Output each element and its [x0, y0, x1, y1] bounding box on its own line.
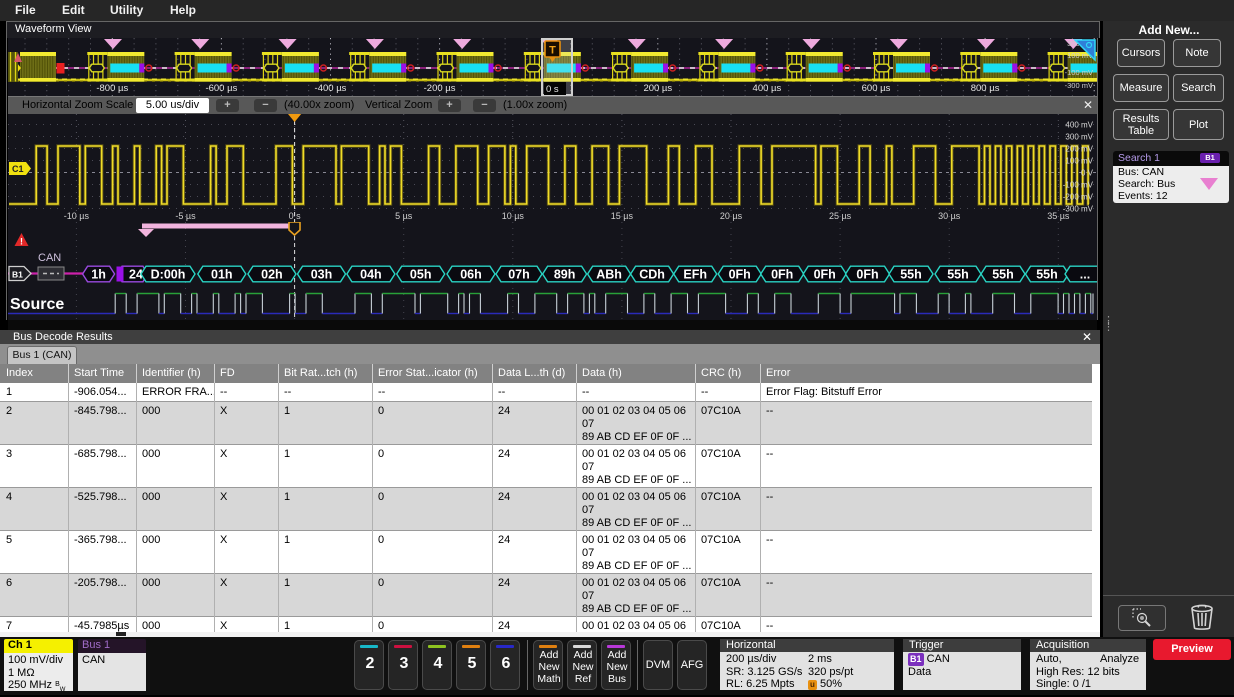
svg-text:03h: 03h [311, 268, 333, 282]
svg-text:04h: 04h [360, 268, 382, 282]
svg-text:0Fh: 0Fh [814, 268, 836, 282]
svg-text:-200 mV: -200 mV [1063, 193, 1094, 202]
svg-text:CAN: CAN [38, 252, 61, 264]
svg-text:10 µs: 10 µs [502, 211, 525, 221]
svg-text:06h: 06h [460, 268, 482, 282]
svg-text:CDh: CDh [639, 268, 665, 282]
svg-text:1h: 1h [91, 268, 106, 282]
svg-text:400 µs: 400 µs [753, 83, 782, 94]
svg-text:600 µs: 600 µs [862, 83, 891, 94]
svg-text:55h: 55h [1036, 268, 1058, 282]
svg-text:0Fh: 0Fh [771, 268, 793, 282]
svg-text:25 µs: 25 µs [829, 211, 852, 221]
svg-text:200 mV: 200 mV [1065, 145, 1093, 154]
svg-text:!: ! [20, 237, 23, 247]
svg-text:0Fh: 0Fh [729, 268, 751, 282]
svg-text:30 µs: 30 µs [938, 211, 961, 221]
svg-text:ABh: ABh [596, 268, 622, 282]
svg-text:300 mV: 300 mV [1065, 133, 1093, 142]
svg-text:-5 µs: -5 µs [175, 211, 196, 221]
svg-text:55h: 55h [992, 268, 1014, 282]
svg-text:35 µs: 35 µs [1047, 211, 1070, 221]
svg-text:-10 µs: -10 µs [64, 211, 90, 221]
svg-text:-300 mV: -300 mV [1065, 81, 1093, 90]
svg-text:EFh: EFh [683, 268, 707, 282]
svg-text:55h: 55h [947, 268, 969, 282]
svg-text:55h: 55h [900, 268, 922, 282]
svg-text:15 µs: 15 µs [611, 211, 634, 221]
svg-text:05h: 05h [410, 268, 432, 282]
svg-text:-200 µs: -200 µs [424, 83, 456, 94]
svg-text:0 s: 0 s [546, 84, 559, 95]
svg-text:100 mV: 100 mV [1065, 157, 1093, 166]
svg-text:07h: 07h [508, 268, 530, 282]
svg-text:89h: 89h [554, 268, 576, 282]
svg-text:400 mV: 400 mV [1065, 121, 1093, 130]
svg-text:C1: C1 [12, 164, 24, 174]
svg-text:T: T [549, 45, 556, 57]
svg-text:D:00h: D:00h [151, 268, 186, 282]
svg-text:800 µs: 800 µs [971, 83, 1000, 94]
svg-text:-100 mV: -100 mV [1063, 181, 1094, 190]
svg-text:20 µs: 20 µs [720, 211, 743, 221]
svg-text:5 µs: 5 µs [395, 211, 413, 221]
svg-text:01h: 01h [211, 268, 233, 282]
svg-text:-600 µs: -600 µs [205, 83, 237, 94]
svg-text:B1: B1 [12, 270, 23, 280]
svg-text:0 s: 0 s [289, 211, 302, 221]
svg-text:...: ... [1080, 268, 1090, 282]
svg-text:02h: 02h [261, 268, 283, 282]
svg-text:-400 µs: -400 µs [315, 83, 347, 94]
svg-text:200 µs: 200 µs [643, 83, 672, 94]
svg-text:-800 µs: -800 µs [96, 83, 128, 94]
svg-text:-100 mV: -100 mV [1065, 68, 1093, 77]
svg-text:0 V: 0 V [1081, 169, 1094, 178]
svg-text:Source: Source [10, 296, 64, 313]
svg-text:0Fh: 0Fh [856, 268, 878, 282]
